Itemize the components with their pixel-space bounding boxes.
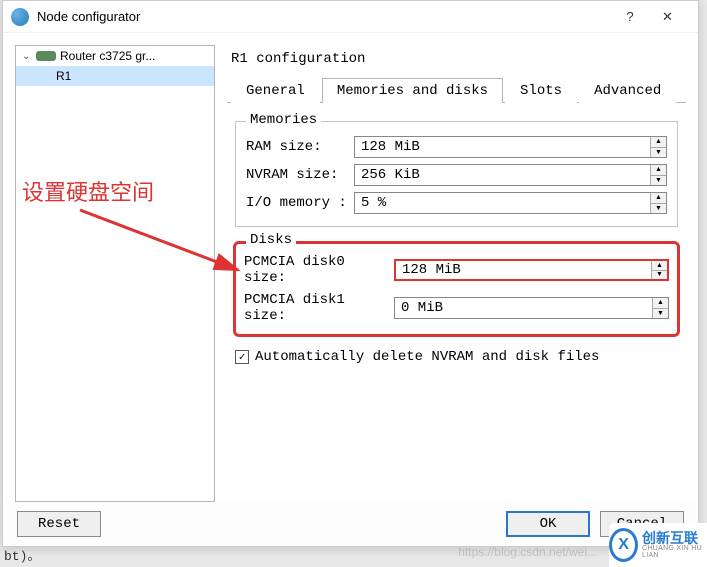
router-icon (36, 51, 56, 61)
tab-slots[interactable]: Slots (505, 78, 577, 103)
autodelete-row[interactable]: ✓ Automatically delete NVRAM and disk fi… (235, 349, 678, 365)
right-panel: R1 configuration General Memories and di… (227, 45, 686, 502)
watermark-url: https://blog.csdn.net/wei... (458, 545, 597, 559)
app-icon (11, 8, 29, 26)
tab-bar: General Memories and disks Slots Advance… (227, 77, 686, 103)
ok-button[interactable]: OK (506, 511, 590, 537)
brand-logo-icon: X (609, 528, 638, 562)
dialog-window: Node configurator ? ✕ ⌄ Router c3725 gr.… (2, 0, 699, 547)
nvram-spinbox[interactable]: ▲▼ (354, 164, 667, 186)
titlebar: Node configurator ? ✕ (3, 1, 698, 33)
ram-stepper[interactable]: ▲▼ (650, 137, 666, 157)
tree-child-row[interactable]: R1 (16, 66, 214, 86)
ram-spinbox[interactable]: ▲▼ (354, 136, 667, 158)
disk1-label: PCMCIA disk1 size: (244, 292, 394, 324)
nvram-label: NVRAM size: (246, 167, 354, 183)
close-button[interactable]: ✕ (645, 3, 690, 31)
disk0-input[interactable] (396, 261, 651, 279)
ram-input[interactable] (355, 137, 650, 157)
stray-text: bt)。 (4, 545, 40, 564)
io-input[interactable] (355, 193, 650, 213)
tree-child-label: R1 (56, 69, 71, 83)
disk1-stepper[interactable]: ▲▼ (652, 298, 668, 318)
tab-memories[interactable]: Memories and disks (322, 78, 503, 103)
panel-title: R1 configuration (227, 45, 686, 77)
memories-legend: Memories (246, 112, 321, 128)
autodelete-checkbox[interactable]: ✓ (235, 350, 249, 364)
tab-advanced[interactable]: Advanced (579, 78, 676, 103)
tree-root-row[interactable]: ⌄ Router c3725 gr... (16, 46, 214, 66)
io-stepper[interactable]: ▲▼ (650, 193, 666, 213)
memories-group: Memories RAM size: ▲▼ NVRAM size: ▲▼ (235, 121, 678, 227)
autodelete-label: Automatically delete NVRAM and disk file… (255, 349, 599, 365)
content-area: ⌄ Router c3725 gr... R1 R1 configuration… (3, 33, 698, 502)
io-spinbox[interactable]: ▲▼ (354, 192, 667, 214)
ram-label: RAM size: (246, 139, 354, 155)
dialog-footer: Reset OK Cancel (3, 502, 698, 546)
disks-group: Disks PCMCIA disk0 size: ▲▼ PCMCIA disk1… (233, 241, 680, 337)
brand-logo: X 创新互联 CHUANG XIN HU LIAN (609, 523, 707, 567)
brand-logo-text: 创新互联 CHUANG XIN HU LIAN (642, 531, 707, 559)
nvram-stepper[interactable]: ▲▼ (650, 165, 666, 185)
tree-root-label: Router c3725 gr... (60, 49, 155, 63)
disk1-input[interactable] (395, 298, 652, 318)
help-button[interactable]: ? (615, 3, 645, 31)
node-tree[interactable]: ⌄ Router c3725 gr... R1 (15, 45, 215, 502)
window-title: Node configurator (37, 9, 140, 24)
disk1-spinbox[interactable]: ▲▼ (394, 297, 669, 319)
disk0-label: PCMCIA disk0 size: (244, 254, 394, 286)
disk0-spinbox[interactable]: ▲▼ (394, 259, 669, 281)
nvram-input[interactable] (355, 165, 650, 185)
disk0-stepper[interactable]: ▲▼ (651, 261, 667, 279)
chevron-down-icon[interactable]: ⌄ (22, 51, 32, 62)
reset-button[interactable]: Reset (17, 511, 101, 537)
disks-legend: Disks (246, 232, 296, 248)
tab-general[interactable]: General (231, 78, 320, 103)
io-label: I/O memory : (246, 195, 354, 211)
